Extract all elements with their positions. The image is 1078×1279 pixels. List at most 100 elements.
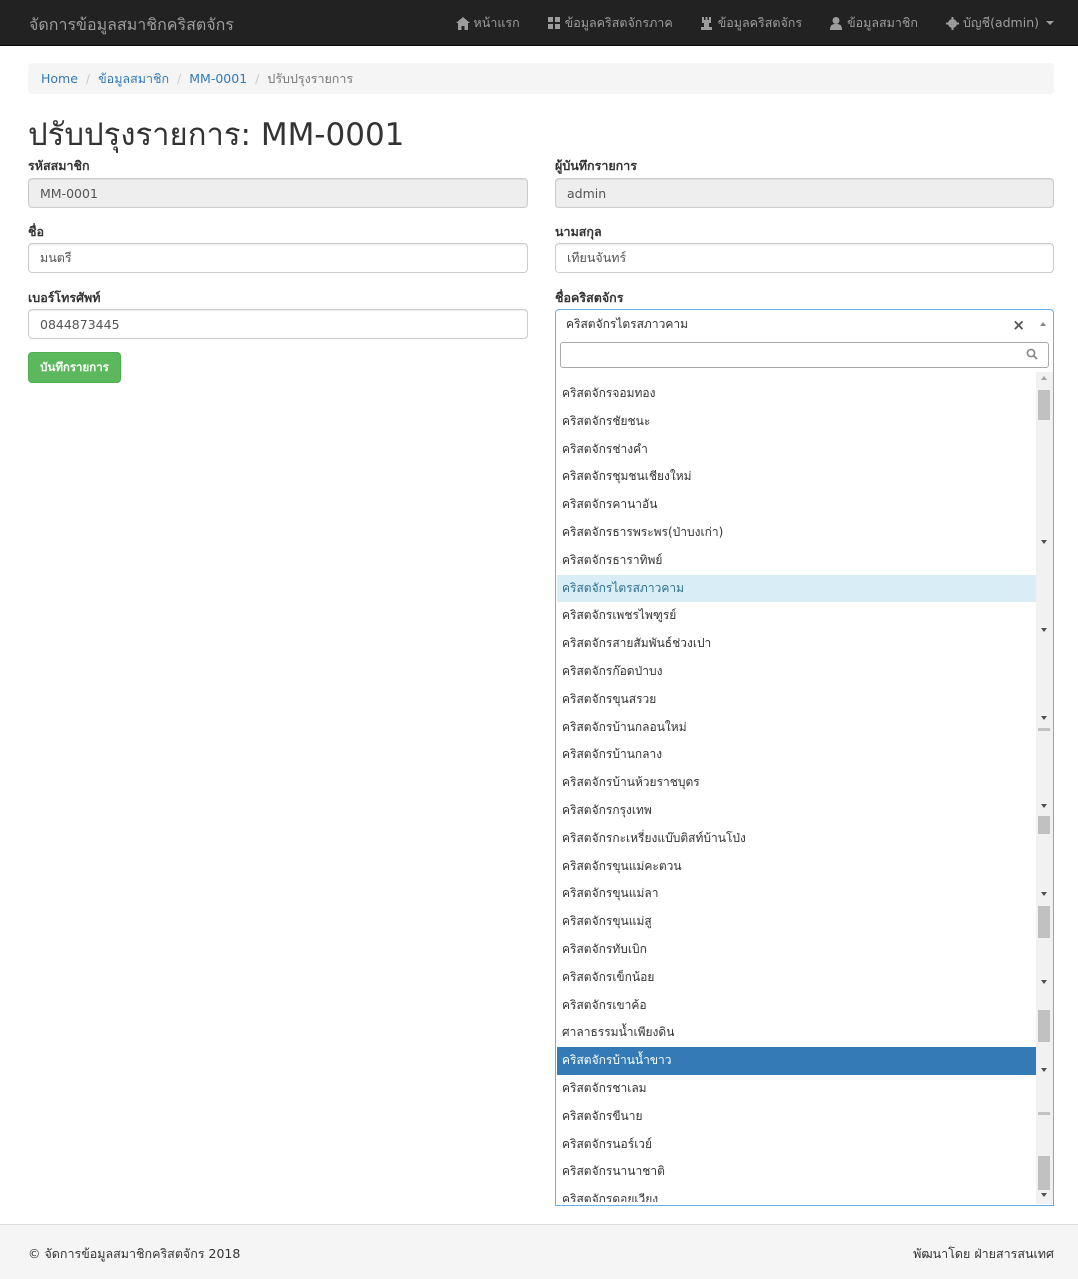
church-option[interactable]: คริสตจักรนานาชาติ: [557, 1158, 1037, 1186]
user-icon: [829, 16, 843, 30]
scroll-down-arrow-icon[interactable]: [1041, 628, 1047, 632]
dropdown-search-input[interactable]: [560, 342, 1049, 368]
breadcrumb-record-link[interactable]: MM-0001: [189, 71, 247, 86]
top-navbar: จัดการข้อมูลสมาชิกคริสตจักร หน้าแรก ข้อม…: [0, 0, 1078, 46]
save-button[interactable]: บันทึกรายการ: [28, 352, 121, 383]
scrollbar-thumb[interactable]: [1038, 816, 1050, 834]
nav-item-members-label: ข้อมูลสมาชิก: [847, 15, 918, 30]
church-option[interactable]: คริสตจักรเขาค้อ: [557, 992, 1037, 1020]
church-option[interactable]: คริสตจักรกะเหรี่ยงแบ๊บติสท์บ้านโป่ง: [557, 825, 1037, 853]
church-option[interactable]: คริสตจักรขุนแม่คะตวน: [557, 853, 1037, 881]
nav-item-home[interactable]: หน้าแรก: [455, 13, 520, 33]
home-icon: [455, 16, 470, 30]
church-select-dropdown: คริสตจักรจอมทอง คริสตจักรชัยชนะ คริสตจักรช…: [555, 338, 1054, 1206]
church-option[interactable]: คริสตจักรขุนสรวย: [557, 686, 1037, 714]
church-option[interactable]: คริสตจักรคานาอัน: [557, 491, 1037, 519]
search-icon: [1026, 348, 1040, 362]
church-option[interactable]: คริสตจักรบ้านน้ำขาว: [557, 1047, 1037, 1075]
navbar-menu: หน้าแรก ข้อมูลคริสตจักรภาค ข้อมูลคริสตจั…: [455, 0, 1054, 46]
church-option[interactable]: คริสตจักรสายสัมพันธ์ช่วงเปา: [557, 630, 1037, 658]
church-option[interactable]: คริสตจักรเพชรไพฑูรย์: [557, 602, 1037, 630]
scroll-down-arrow-icon[interactable]: [1041, 716, 1047, 720]
member-id-field[interactable]: MM-0001: [28, 178, 528, 208]
scrollbar-thumb[interactable]: [1038, 1112, 1050, 1115]
clear-selection-icon[interactable]: ×: [1012, 316, 1025, 334]
page-footer: © จัดการข้อมูลสมาชิกคริสตจักร 2018 พัฒนา…: [0, 1224, 1078, 1279]
church-label: ชื่อคริสตจักร: [555, 290, 624, 305]
nav-item-regional-churches-label: ข้อมูลคริสตจักรภาค: [564, 15, 673, 30]
nav-item-home-label: หน้าแรก: [473, 15, 520, 30]
church-option[interactable]: ศาลาธรรมน้ำเพียงดิน: [557, 1019, 1037, 1047]
church-option[interactable]: คริสตจักรชุมชนเชียงใหม่: [557, 463, 1037, 491]
scrollbar-thumb[interactable]: [1038, 1156, 1050, 1190]
scrollbar-thumb[interactable]: [1038, 728, 1050, 731]
breadcrumb-home-link[interactable]: Home: [41, 71, 78, 86]
scroll-down-arrow-icon[interactable]: [1041, 892, 1047, 896]
recorder-field[interactable]: admin: [555, 178, 1054, 208]
member-id-label: รหัสสมาชิก: [28, 158, 90, 173]
navbar-brand[interactable]: จัดการข้อมูลสมาชิกคริสตจักร: [29, 13, 234, 38]
church-select[interactable]: คริสตจักรไตรสภาวคาม ×: [555, 309, 1054, 339]
breadcrumb-separator: /: [255, 71, 260, 86]
chevron-down-icon: [1046, 21, 1054, 25]
church-option[interactable]: คริสตจักรทับเบิก: [557, 936, 1037, 964]
church-option[interactable]: คริสตจักรกรุงเทพ: [557, 797, 1037, 825]
nav-item-churches-label: ข้อมูลคริสตจักร: [717, 15, 803, 30]
church-option[interactable]: คริสตจักรชัยชนะ: [557, 408, 1037, 436]
scroll-down-arrow-icon[interactable]: [1041, 1068, 1047, 1072]
nav-item-churches[interactable]: ข้อมูลคริสตจักร: [700, 13, 802, 33]
cog-icon: [945, 16, 959, 30]
scroll-down-arrow-icon[interactable]: [1041, 804, 1047, 808]
chevron-up-icon[interactable]: [1040, 322, 1046, 326]
church-option[interactable]: คริสตจักรจอมทอง: [557, 380, 1037, 408]
church-option[interactable]: คริสตจักรบ้านห้วยราชบุตร: [557, 769, 1037, 797]
scroll-down-arrow-icon[interactable]: [1041, 540, 1047, 544]
phone-field[interactable]: 0844873445: [28, 309, 528, 339]
church-option[interactable]: คริสตจักรบ้านกลาง: [557, 741, 1037, 769]
nav-item-account-dropdown[interactable]: บัญชี(admin): [945, 13, 1054, 33]
last-name-field[interactable]: เทียนจันทร์: [555, 243, 1054, 273]
first-name-label: ชื่อ: [28, 224, 44, 239]
nav-item-members[interactable]: ข้อมูลสมาชิก: [829, 13, 918, 33]
recorder-label: ผู้บันทึกรายการ: [555, 158, 637, 173]
breadcrumb-members-link[interactable]: ข้อมูลสมาชิก: [98, 69, 169, 89]
church-option[interactable]: คริสตจักรก๊อดป่าบง: [557, 658, 1037, 686]
footer-credit: พัฒนาโดย ฝ่ายสารสนเทศ: [913, 1246, 1054, 1261]
phone-label: เบอร์โทรศัพท์: [28, 290, 101, 305]
scrollbar-thumb[interactable]: [1038, 906, 1050, 938]
church-option[interactable]: คริสตจักรนอร์เวย์: [557, 1131, 1037, 1159]
breadcrumb-current: ปรับปรุงรายการ: [267, 70, 354, 86]
church-option[interactable]: คริสตจักรธาราทิพย์: [557, 547, 1037, 575]
church-option[interactable]: คริสตจักรขุนแม่ลา: [557, 880, 1037, 908]
nav-item-regional-churches[interactable]: ข้อมูลคริสตจักรภาค: [547, 13, 673, 33]
scroll-down-arrow-icon[interactable]: [1041, 980, 1047, 984]
scrollbar-thumb[interactable]: [1038, 390, 1050, 420]
footer-copyright: © จัดการข้อมูลสมาชิกคริสตจักร 2018: [28, 1246, 241, 1261]
tower-icon: [700, 16, 714, 30]
scroll-down-arrow-icon[interactable]: [1041, 1193, 1047, 1197]
church-option[interactable]: คริสตจักรขุนแม่สู: [557, 908, 1037, 936]
scrollbar-thumb[interactable]: [1038, 1010, 1050, 1042]
church-option[interactable]: คริสตจักรชาเลม: [557, 1075, 1037, 1103]
church-option[interactable]: คริสตจักรบ้านกลอนใหม่: [557, 714, 1037, 742]
breadcrumb-separator: /: [85, 71, 91, 86]
grid-icon: [547, 16, 561, 30]
church-option[interactable]: คริสตจักรช่างคำ: [557, 436, 1037, 464]
nav-item-account-label: บัญชี(admin): [963, 15, 1039, 30]
church-option[interactable]: คริสตจักรธารพระพร(ป่าบงเก่า): [557, 519, 1037, 547]
church-select-value: คริสตจักรไตรสภาวคาม: [566, 316, 688, 331]
church-options-list[interactable]: คริสตจักรจอมทอง คริสตจักรชัยชนะ คริสตจักรช…: [557, 372, 1037, 1202]
church-option[interactable]: คริสตจักรดอยเวียง: [557, 1186, 1037, 1202]
first-name-field[interactable]: มนตรี: [28, 243, 528, 273]
church-option[interactable]: คริสตจักรขีนาย: [557, 1103, 1037, 1131]
page-title: ปรับปรุงรายการ: MM-0001: [28, 117, 405, 153]
dropdown-scrollbar-track[interactable]: [1036, 548, 1053, 1204]
dropdown-scrollbar[interactable]: [1036, 372, 1053, 548]
breadcrumb: Home / ข้อมูลสมาชิก / MM-0001 / ปรับปรุง…: [28, 63, 1054, 94]
last-name-label: นามสกุล: [555, 224, 602, 239]
church-option[interactable]: คริสตจักรไตรสภาวคาม: [557, 574, 1037, 603]
church-option[interactable]: คริสตจักรเข็กน้อย: [557, 964, 1037, 992]
scroll-up-arrow-icon[interactable]: [1041, 376, 1047, 380]
breadcrumb-separator: /: [177, 71, 182, 86]
partial-option-row: [557, 372, 1037, 380]
